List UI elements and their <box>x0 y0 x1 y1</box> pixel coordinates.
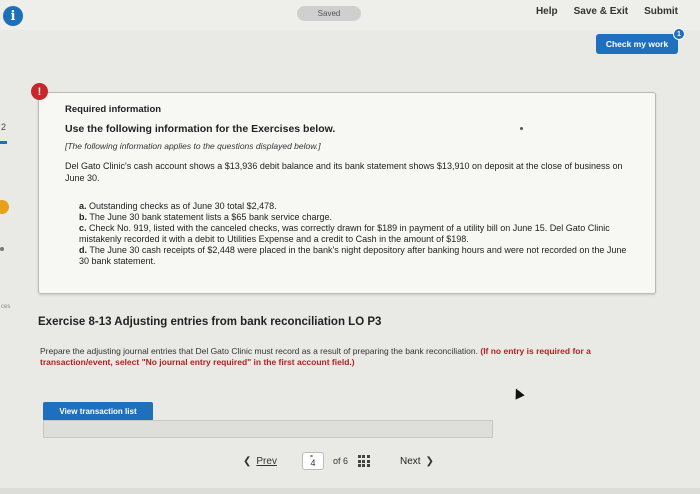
list-item: d. The June 30 cash receipts of $2,448 w… <box>79 245 627 266</box>
question-number[interactable]: 2 <box>1 122 6 132</box>
required-information-box: Required information Use the following i… <box>38 92 656 294</box>
pagination: ❮ Prev ⚭ 4 of 6 Next ❯ <box>243 452 434 470</box>
dot-icon <box>520 127 523 130</box>
journal-entry-bar[interactable] <box>43 420 493 438</box>
alert-icon: ! <box>31 83 48 100</box>
list-item: a. Outstanding checks as of June 30 tota… <box>79 201 277 211</box>
prepare-instructions: Prepare the adjusting journal entries th… <box>40 346 591 367</box>
chevron-right-icon[interactable]: ❯ <box>426 456 434 467</box>
top-bar: i Saved Help Save & Exit Submit <box>0 0 700 30</box>
help-link[interactable]: Help <box>536 6 558 17</box>
check-count-badge: 1 <box>673 28 685 40</box>
saved-status: Saved <box>297 6 361 21</box>
info-icon[interactable]: i <box>3 6 23 26</box>
applies-note: [The following information applies to th… <box>65 141 321 151</box>
top-links: Help Save & Exit Submit <box>536 6 678 17</box>
page-total: of 6 <box>332 456 348 466</box>
check-my-work-button[interactable]: Check my work <box>596 34 678 54</box>
grid-icon[interactable] <box>357 455 370 467</box>
required-heading: Required information <box>65 104 162 115</box>
save-exit-link[interactable]: Save & Exit <box>574 6 628 17</box>
chevron-left-icon[interactable]: ❮ <box>243 456 251 467</box>
use-following-heading: Use the following information for the Ex… <box>65 123 336 135</box>
warning-dot-icon[interactable] <box>0 200 9 214</box>
exercise-title: Exercise 8-13 Adjusting entries from ban… <box>38 316 382 328</box>
next-link[interactable]: Next <box>400 456 421 467</box>
references-label[interactable]: ces <box>1 304 10 310</box>
dot-icon <box>0 247 4 251</box>
link-icon: ⚭ <box>308 454 314 460</box>
submit-link[interactable]: Submit <box>644 6 678 17</box>
view-transaction-list-button[interactable]: View transaction list <box>43 402 153 421</box>
list-item: b. The June 30 bank statement lists a $6… <box>79 212 332 222</box>
clinic-paragraph: Del Gato Clinic's cash account shows a $… <box>65 161 623 183</box>
current-question-marker <box>0 141 7 144</box>
page-number-box[interactable]: ⚭ 4 <box>301 452 324 470</box>
facts-list: a. Outstanding checks as of June 30 tota… <box>79 201 629 267</box>
prev-link[interactable]: Prev <box>256 456 277 467</box>
mouse-cursor-icon <box>511 386 525 400</box>
bottom-divider <box>0 488 700 494</box>
list-item: c. Check No. 919, listed with the cancel… <box>79 223 610 244</box>
